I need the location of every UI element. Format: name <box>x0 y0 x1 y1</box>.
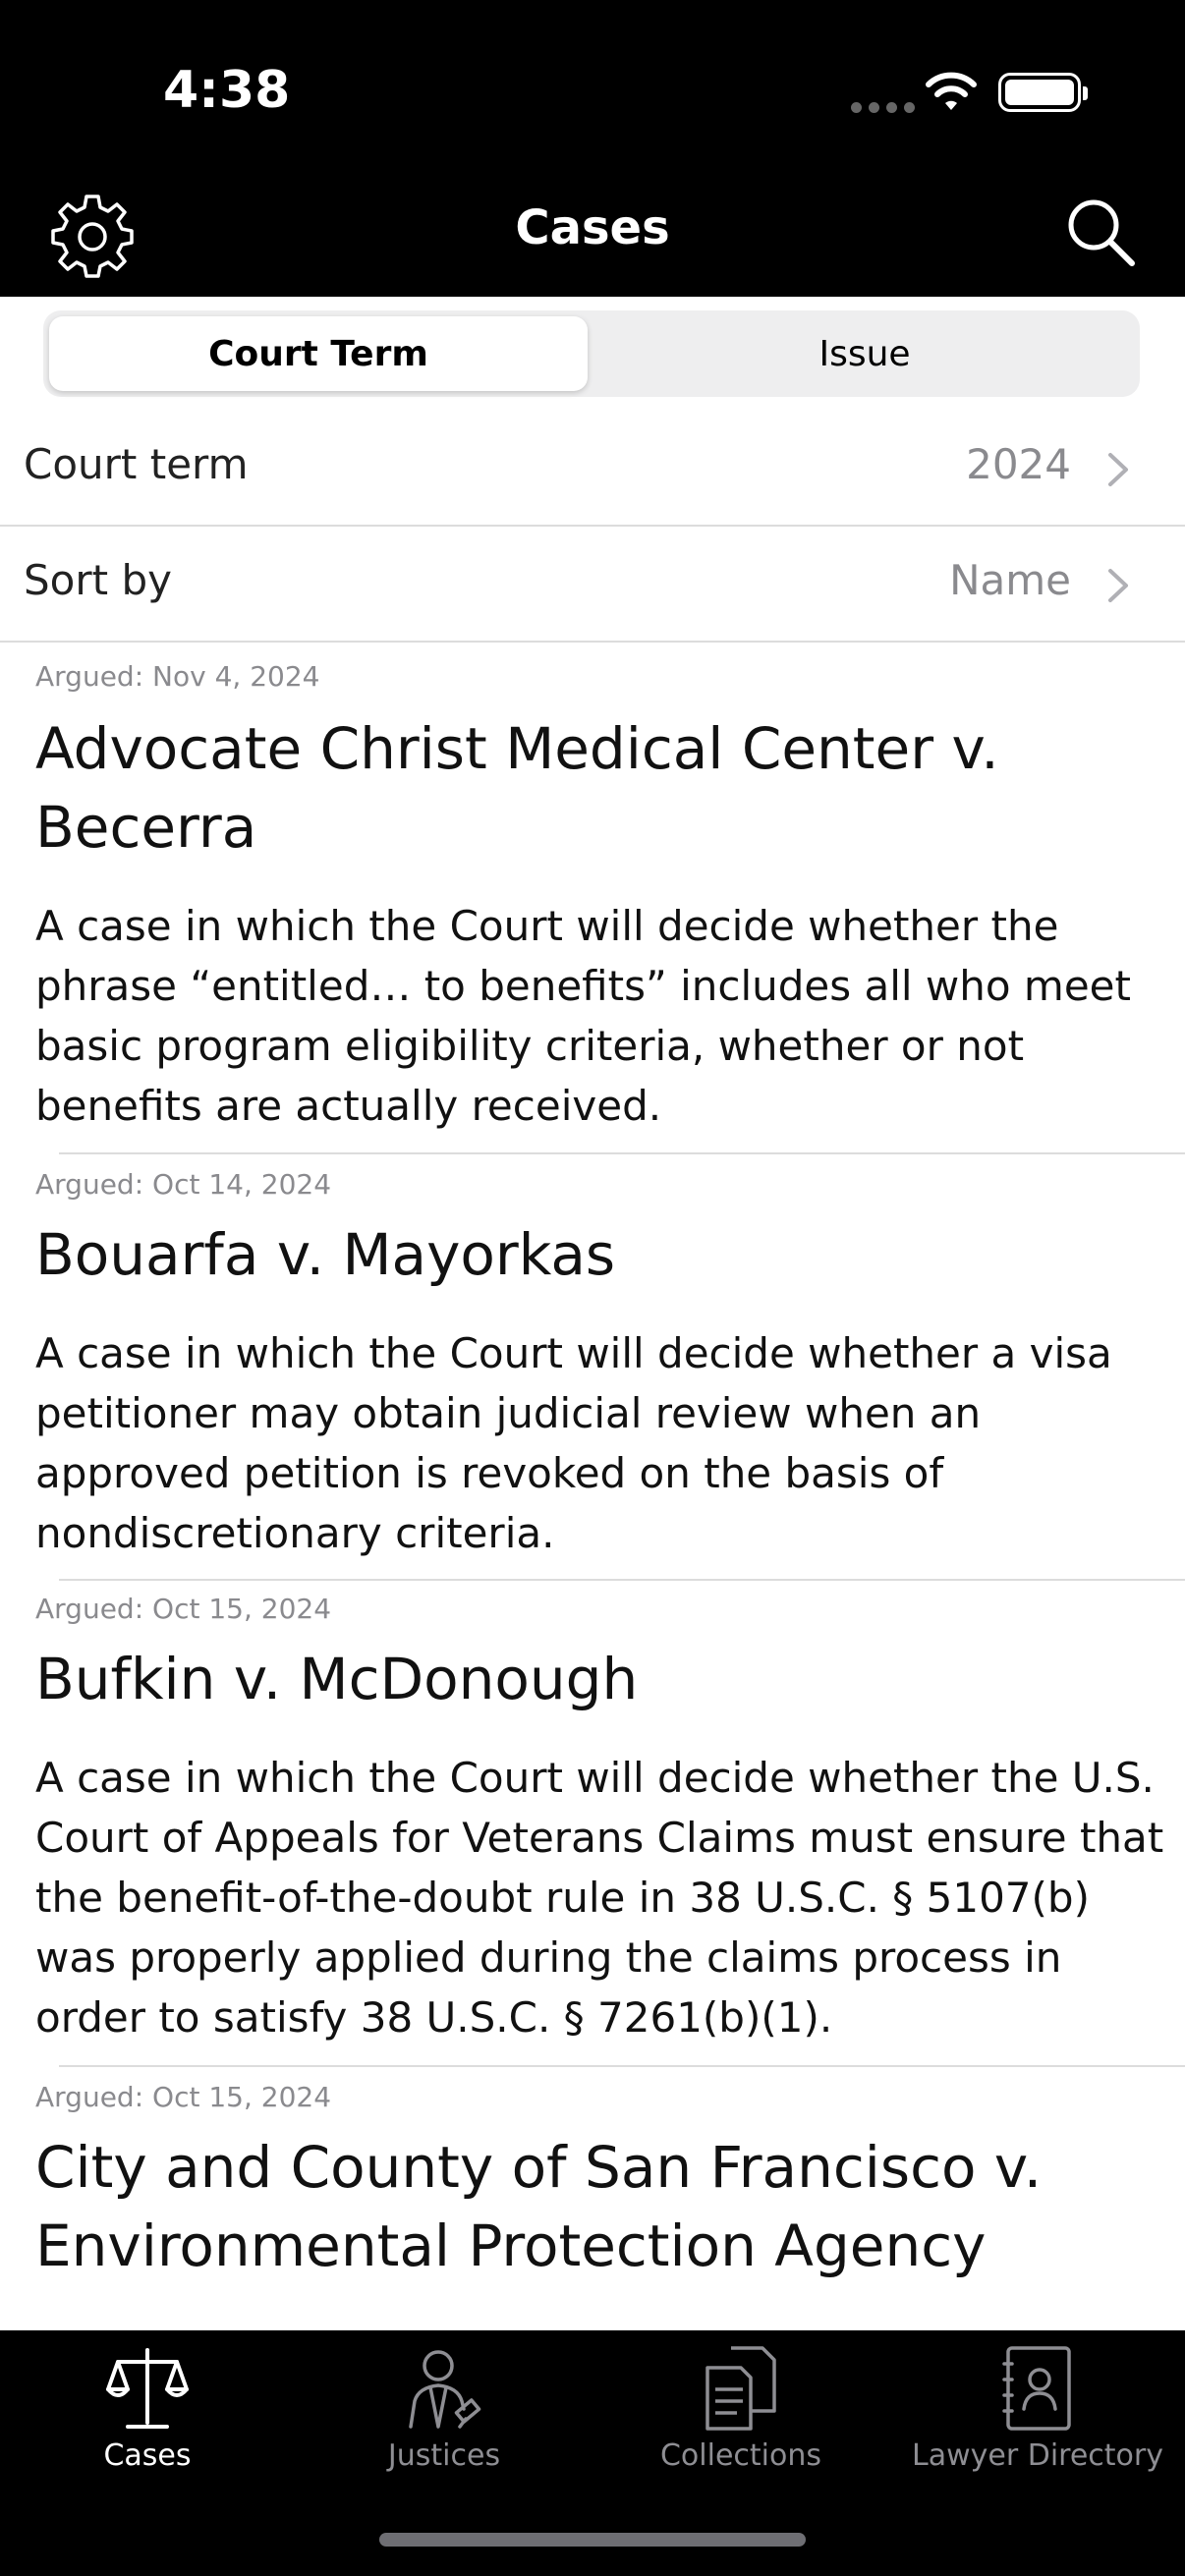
case-list-item[interactable]: Argued: Oct 14, 2024 Bouarfa v. Mayorkas… <box>0 1154 1185 1579</box>
page-title: Cases <box>515 200 670 255</box>
sort-by-row[interactable]: Sort by Name <box>0 527 1185 643</box>
navigation-bar: Cases <box>0 177 1185 297</box>
documents-icon <box>705 2346 776 2431</box>
case-list-item[interactable]: Argued: Nov 4, 2024 Advocate Christ Medi… <box>0 643 1185 1153</box>
court-term-row[interactable]: Court term 2024 <box>0 411 1185 527</box>
directory-icon <box>1002 2346 1071 2431</box>
filter-segmented-control: Court Term Issue <box>43 310 1140 397</box>
case-list-item[interactable]: Argued: Oct 15, 2024 City and County of … <box>0 2067 1185 2330</box>
case-title: Bufkin v. McDonough <box>35 1646 639 1712</box>
tab-label: Collections <box>659 2438 822 2473</box>
case-description: A case in which the Court will decide wh… <box>35 1329 1112 1557</box>
cases-screen: 4:38 Cases Court Term Issue Court term 2… <box>0 0 1185 2576</box>
case-argued-date: Argued: Nov 4, 2024 <box>35 660 320 693</box>
status-bar: 4:38 <box>0 0 1185 177</box>
chevron-right-icon <box>1108 453 1128 486</box>
battery-icon <box>998 73 1088 112</box>
segment-court-term[interactable]: Court Term <box>49 316 588 391</box>
status-time: 4:38 <box>163 61 291 120</box>
case-list-item[interactable]: Argued: Oct 15, 2024 Bufkin v. McDonough… <box>0 1581 1185 2066</box>
court-term-label: Court term <box>24 440 249 488</box>
court-term-value: 2024 <box>966 440 1071 488</box>
case-title: City and County of San Francisco v. Envi… <box>35 2134 1043 2279</box>
cellular-signal-icon <box>851 102 915 113</box>
case-description: A case in which the Court will decide wh… <box>35 902 1131 1130</box>
search-icon[interactable] <box>1061 193 1140 271</box>
tab-label: Cases <box>103 2438 192 2473</box>
tab-label: Justices <box>387 2438 501 2473</box>
case-argued-date: Argued: Oct 14, 2024 <box>35 1168 332 1201</box>
wifi-icon <box>926 72 977 110</box>
case-title: Advocate Christ Medical Center v. Becerr… <box>35 715 999 861</box>
tab-collections[interactable]: Collections <box>593 2344 888 2492</box>
case-argued-date: Argued: Oct 15, 2024 <box>35 1593 332 1625</box>
case-argued-date: Argued: Oct 15, 2024 <box>35 2081 332 2113</box>
sort-by-label: Sort by <box>24 556 172 604</box>
justice-icon <box>409 2350 481 2429</box>
tab-cases[interactable]: Cases <box>0 2344 295 2492</box>
case-description: A case in which the Court will decide wh… <box>35 1754 1164 2042</box>
scales-icon <box>106 2348 189 2429</box>
tab-label: Lawyer Directory <box>912 2438 1163 2473</box>
case-title: Bouarfa v. Mayorkas <box>35 1221 616 1288</box>
tab-lawyer-directory[interactable]: Lawyer Directory <box>890 2344 1185 2492</box>
sort-by-value: Name <box>949 556 1071 604</box>
chevron-right-icon <box>1108 569 1128 602</box>
segment-issue[interactable]: Issue <box>595 316 1134 391</box>
tab-justices[interactable]: Justices <box>297 2344 592 2492</box>
home-indicator[interactable] <box>379 2533 806 2547</box>
